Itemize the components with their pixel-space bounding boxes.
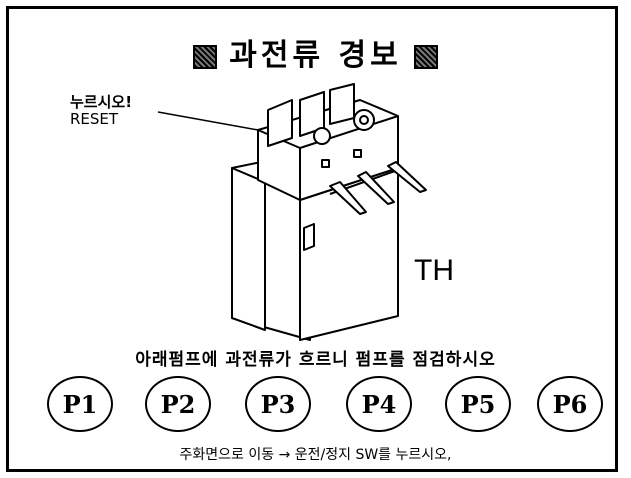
- relay-terminal: [329, 83, 355, 125]
- pump-button-p2[interactable]: P2: [145, 376, 211, 432]
- pump-button-p3[interactable]: P3: [245, 376, 311, 432]
- instruction-text: 아래펌프에 과전류가 흐르니 펌프를 점검하시오: [135, 350, 496, 370]
- pump-button-p1[interactable]: P1: [47, 376, 113, 432]
- pump-button-p5[interactable]: P5: [445, 376, 511, 432]
- device-label: TH: [414, 254, 454, 287]
- pump-button-p6[interactable]: P6: [537, 376, 603, 432]
- reset-button: [313, 127, 331, 145]
- relay-terminal: [267, 99, 293, 147]
- footer-instruction: 주화면으로 이동 → 운전/정지 SW를 누르시오,: [179, 447, 452, 463]
- pump-button-p4[interactable]: P4: [346, 376, 412, 432]
- relay-back-block: [231, 167, 266, 331]
